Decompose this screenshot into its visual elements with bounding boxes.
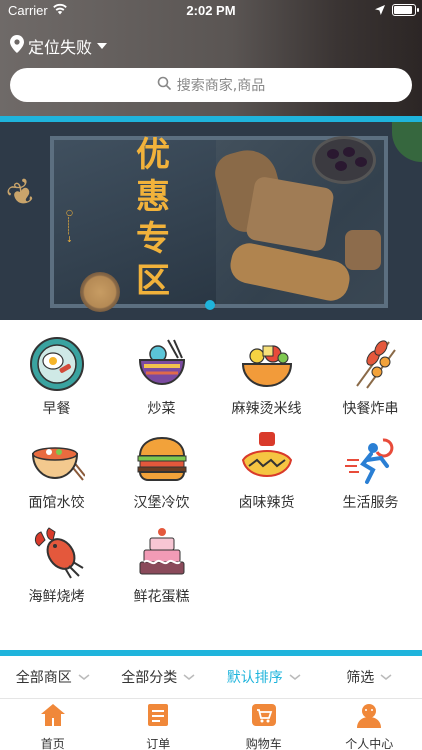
- chevron-down-icon: [78, 669, 90, 685]
- category-life-service[interactable]: 生活服务: [318, 430, 422, 520]
- category-label: 卤味辣货: [238, 495, 295, 511]
- tab-cart[interactable]: 购物车: [211, 699, 317, 750]
- location-label: 定位失败: [28, 38, 93, 57]
- bread-slice-image: [245, 175, 335, 253]
- category-skewer[interactable]: 快餐炸串: [318, 336, 422, 426]
- battery-icon: [392, 4, 419, 16]
- chevron-down-icon: [289, 669, 301, 685]
- tab-label: 首页: [40, 737, 65, 750]
- tab-label: 订单: [146, 737, 171, 750]
- chevron-down-icon: [183, 669, 195, 685]
- herb-decoration: [392, 122, 422, 162]
- header: Carrier 2:02 PM 定位失败 搜索商家,商品: [0, 0, 422, 116]
- category-stir-fry[interactable]: 炒菜: [109, 336, 214, 426]
- filter-label: 全部分类: [121, 670, 178, 686]
- skewer-icon: [343, 336, 399, 392]
- category-noodle[interactable]: 面馆水饺: [4, 430, 109, 520]
- tab-orders[interactable]: 订单: [106, 699, 212, 750]
- category-flower-cake[interactable]: 鲜花蛋糕: [109, 524, 214, 614]
- tab-label: 个人中心: [345, 737, 394, 750]
- banner-promo-text: 优惠专区: [136, 135, 170, 301]
- profile-icon: [355, 702, 383, 732]
- status-bar: Carrier 2:02 PM: [0, 0, 422, 22]
- olive-bowl-image: [312, 136, 376, 184]
- category-breakfast[interactable]: 早餐: [4, 336, 109, 426]
- grain-bowl-image: [80, 272, 120, 312]
- cart-icon: [250, 702, 278, 732]
- category-label: 海鲜烧烤: [28, 589, 85, 605]
- banner-side-mark: ○ ┆ ┆ ↓: [66, 208, 73, 244]
- search-bar[interactable]: 搜索商家,商品: [10, 68, 412, 102]
- status-time: 2:02 PM: [186, 3, 236, 18]
- category-spicy-snack[interactable]: 卤味辣货: [214, 430, 319, 520]
- runner-icon: [343, 430, 399, 486]
- filter-sort[interactable]: 默认排序: [211, 667, 317, 687]
- order-icon: [146, 702, 170, 732]
- filter-label: 默认排序: [226, 670, 283, 686]
- tab-profile[interactable]: 个人中心: [317, 699, 422, 750]
- location-selector[interactable]: 定位失败: [10, 34, 108, 58]
- wheat-decoration: ❦: [0, 169, 45, 219]
- stir-fry-icon: [134, 336, 190, 392]
- promo-banner[interactable]: ❦ ○ ┆ ┆ ↓ 优惠专区: [0, 122, 422, 320]
- category-grid: 早餐 炒菜 麻辣烫米线 快餐炸串 面馆水饺 汉堡冷饮 卤味辣货 生活服务 海鲜烧…: [0, 330, 422, 620]
- banner-page-indicator[interactable]: [205, 300, 215, 310]
- tab-home[interactable]: 首页: [0, 699, 106, 750]
- filter-category[interactable]: 全部分类: [106, 667, 212, 687]
- category-malatang[interactable]: 麻辣烫米线: [214, 336, 319, 426]
- malatang-icon: [239, 336, 295, 392]
- filter-area[interactable]: 全部商区: [0, 667, 106, 687]
- spicy-snack-icon: [239, 430, 295, 486]
- category-label: 麻辣烫米线: [231, 401, 302, 417]
- filter-label: 全部商区: [15, 670, 72, 686]
- home-icon: [39, 702, 67, 732]
- tab-bar: 首页 订单 购物车 个人中心: [0, 699, 422, 750]
- category-label: 炒菜: [147, 401, 176, 417]
- category-burger[interactable]: 汉堡冷饮: [109, 430, 214, 520]
- tab-label: 购物车: [245, 737, 282, 750]
- location-arrow-icon: [374, 4, 386, 20]
- cake-icon: [134, 524, 190, 580]
- filter-screen[interactable]: 筛选: [317, 667, 422, 687]
- bread-piece-image: [345, 230, 381, 270]
- category-label: 早餐: [42, 401, 71, 417]
- category-label: 鲜花蛋糕: [133, 589, 190, 605]
- category-label: 汉堡冷饮: [133, 495, 190, 511]
- map-pin-icon: [10, 35, 24, 57]
- category-label: 面馆水饺: [28, 495, 85, 511]
- search-placeholder: 搜索商家,商品: [176, 78, 266, 94]
- filter-bar: 全部商区 全部分类 默认排序 筛选: [0, 656, 422, 698]
- search-icon: [157, 76, 171, 94]
- breakfast-icon: [29, 336, 85, 392]
- category-label: 生活服务: [342, 495, 399, 511]
- chevron-down-icon: [380, 669, 392, 685]
- category-label: 快餐炸串: [342, 401, 399, 417]
- noodle-icon: [29, 430, 85, 486]
- category-seafood[interactable]: 海鲜烧烤: [4, 524, 109, 614]
- burger-icon: [134, 430, 190, 486]
- caret-down-icon: [97, 43, 108, 49]
- lobster-icon: [29, 524, 85, 580]
- filter-label: 筛选: [346, 670, 375, 686]
